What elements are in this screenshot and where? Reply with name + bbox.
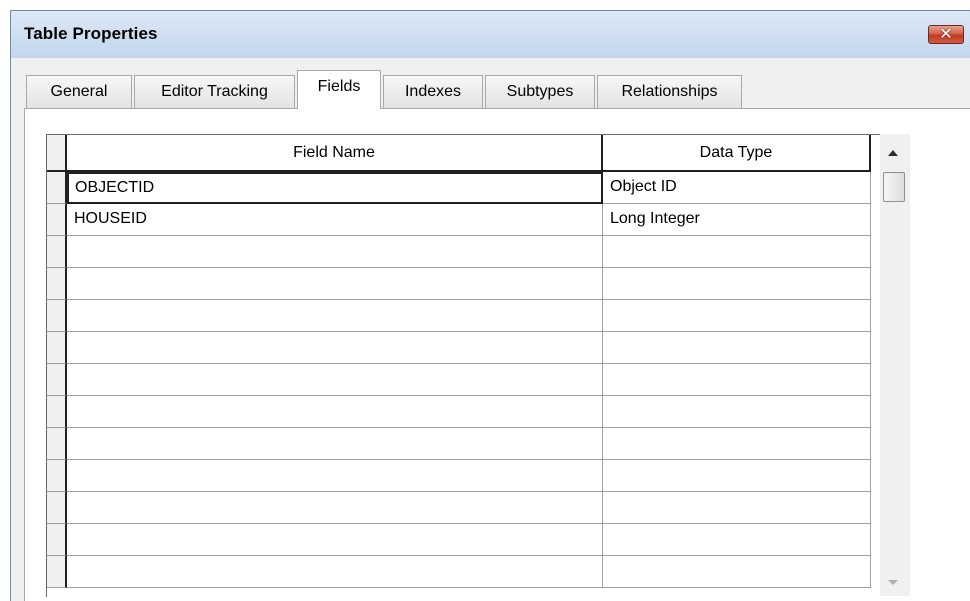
header-row-selector [47,135,67,172]
field-name-cell[interactable] [67,236,603,268]
row-selector[interactable] [47,428,67,460]
row-selector[interactable] [47,172,67,204]
scroll-up-arrow-icon[interactable] [888,150,898,156]
row-selector[interactable] [47,524,67,556]
row-selector[interactable] [47,492,67,524]
row-selector[interactable] [47,332,67,364]
row-selector[interactable] [47,236,67,268]
data-type-cell[interactable]: Object ID [603,172,871,204]
tab-fields[interactable]: Fields [297,70,381,109]
grid-vertical-scrollbar[interactable] [880,134,910,596]
data-type-cell[interactable] [603,300,871,332]
close-button[interactable]: ✕ [928,24,964,44]
scroll-thumb[interactable] [883,172,905,202]
scroll-down-arrow-icon[interactable] [888,580,898,585]
tab-general[interactable]: General [26,75,132,108]
field-name-cell[interactable] [67,268,603,300]
data-type-cell[interactable] [603,364,871,396]
data-type-cell[interactable] [603,428,871,460]
row-selector[interactable] [47,300,67,332]
data-type-cell[interactable]: Long Integer [603,204,871,236]
data-type-cell[interactable] [603,556,871,588]
data-type-cell[interactable] [603,332,871,364]
row-selector[interactable] [47,268,67,300]
field-name-cell[interactable] [67,460,603,492]
close-icon: ✕ [939,24,953,43]
field-name-cell[interactable] [67,396,603,428]
tab-subtypes[interactable]: Subtypes [485,75,595,108]
data-type-cell[interactable] [603,492,871,524]
tab-indexes[interactable]: Indexes [383,75,483,108]
column-header-data-type[interactable]: Data Type [603,135,871,172]
field-name-cell[interactable] [67,428,603,460]
tab-editor-tracking[interactable]: Editor Tracking [134,75,295,108]
field-name-cell[interactable]: HOUSEID [67,204,603,236]
row-selector[interactable] [47,460,67,492]
row-selector[interactable] [47,556,67,588]
field-name-cell[interactable] [67,300,603,332]
field-name-cell[interactable] [67,524,603,556]
data-type-cell[interactable] [603,524,871,556]
field-name-cell[interactable] [67,492,603,524]
data-type-cell[interactable] [603,396,871,428]
data-type-cell[interactable] [603,268,871,300]
field-name-cell[interactable] [67,364,603,396]
field-name-cell[interactable]: OBJECTID [67,172,603,204]
fields-grid[interactable]: Field Name Data Type OBJECTID Object ID HOUS… [46,134,881,597]
window-title: Table Properties [24,24,158,43]
field-name-cell[interactable] [67,332,603,364]
data-type-cell[interactable] [603,236,871,268]
tab-relationships[interactable]: Relationships [597,75,742,108]
title-bar[interactable]: Table Properties ✕ [11,11,970,58]
row-selector[interactable] [47,204,67,236]
data-type-cell[interactable] [603,460,871,492]
column-header-field-name[interactable]: Field Name [67,135,603,172]
row-selector[interactable] [47,396,67,428]
field-name-cell[interactable] [67,556,603,588]
row-selector[interactable] [47,364,67,396]
